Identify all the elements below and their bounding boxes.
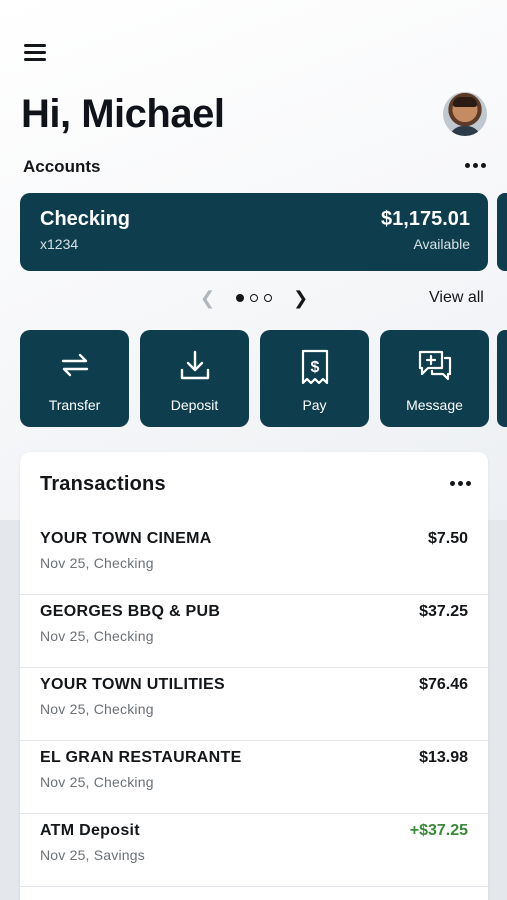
account-card-checking[interactable]: Checking x1234 $1,175.01 Available — [20, 193, 488, 271]
transfer-button[interactable]: Transfer — [20, 330, 129, 427]
chevron-left-icon[interactable]: ❮ — [200, 289, 215, 307]
svg-text:$: $ — [310, 359, 319, 376]
pager-dot[interactable] — [236, 294, 245, 302]
transaction-row[interactable]: YOUR TOWN UTILITIES Nov 25, Checking $76… — [20, 668, 488, 741]
message-button[interactable]: Message — [380, 330, 489, 427]
transfer-icon — [61, 353, 88, 377]
account-balance: $1,175.01 — [381, 208, 470, 230]
transaction-row[interactable]: GEORGES BBQ & PUB Nov 25, Checking $37.2… — [20, 595, 488, 668]
transaction-merchant: GEORGES BBQ & PUB — [40, 603, 221, 620]
avatar[interactable] — [443, 92, 487, 136]
message-label: Message — [406, 397, 463, 413]
account-balance-label: Available — [413, 236, 470, 252]
pay-label: Pay — [302, 397, 327, 413]
account-number: x1234 — [40, 236, 79, 252]
transaction-row[interactable]: EL GRAN RESTAURANTE Nov 25, Checking $13… — [20, 741, 488, 814]
chevron-right-icon[interactable]: ❯ — [293, 289, 308, 307]
transactions-title: Transactions — [40, 473, 166, 495]
deposit-button[interactable]: Deposit — [140, 330, 249, 427]
next-action-peek[interactable] — [497, 330, 507, 427]
hamburger-menu-icon[interactable] — [24, 44, 46, 62]
account-pager: ❮ ❯ — [200, 288, 308, 308]
greeting-title: Hi, Michael — [21, 92, 225, 136]
transaction-merchant: EL GRAN RESTAURANTE — [40, 749, 242, 766]
transaction-merchant: YOUR TOWN CINEMA — [40, 530, 212, 547]
account-name: Checking — [40, 208, 131, 230]
deposit-label: Deposit — [170, 397, 219, 413]
transaction-amount: $13.98 — [419, 749, 468, 766]
pay-bill-icon: $ — [301, 349, 328, 385]
transaction-meta: Nov 25, Checking — [40, 628, 154, 644]
transactions-more-icon[interactable] — [450, 481, 471, 486]
transaction-amount: +$37.25 — [409, 822, 468, 839]
transaction-meta: Nov 25, Savings — [40, 847, 145, 863]
accounts-section-label: Accounts — [23, 157, 101, 176]
transaction-meta: Nov 25, Checking — [40, 701, 154, 717]
view-all-accounts-link[interactable]: View all — [429, 289, 484, 307]
pager-dot[interactable] — [264, 294, 273, 302]
transaction-merchant: ATM Deposit — [40, 822, 140, 839]
transaction-meta: Nov 25, Checking — [40, 555, 154, 571]
pay-button[interactable]: $ Pay — [260, 330, 369, 427]
transaction-amount: $37.25 — [419, 603, 468, 620]
transfer-label: Transfer — [48, 397, 101, 413]
transaction-amount: $7.50 — [427, 530, 468, 547]
transaction-meta: Nov 25, Checking — [40, 774, 154, 790]
message-icon — [418, 350, 451, 381]
deposit-icon — [180, 350, 209, 380]
transaction-merchant: YOUR TOWN UTILITIES — [40, 676, 225, 693]
transactions-card: Transactions YOUR TOWN CINEMA Nov 25, Ch… — [20, 452, 488, 900]
pager-dot[interactable] — [250, 294, 259, 302]
transaction-row[interactable]: ATM Deposit Nov 25, Savings +$37.25 — [20, 814, 488, 887]
accounts-more-icon[interactable] — [465, 163, 486, 168]
transaction-row[interactable]: YOUR TOWN CINEMA Nov 25, Checking $7.50 — [20, 522, 488, 595]
next-account-card-peek[interactable] — [497, 193, 507, 271]
transaction-amount: $76.46 — [419, 676, 468, 693]
